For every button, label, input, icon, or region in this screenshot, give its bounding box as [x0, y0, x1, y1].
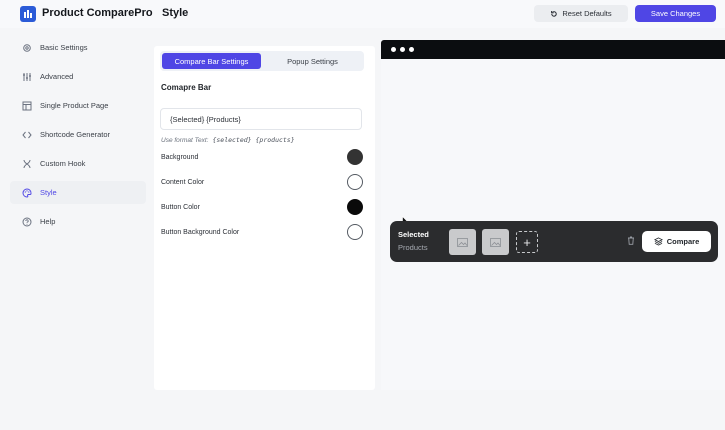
- sidebar-item-label: Custom Hook: [40, 159, 86, 168]
- format-hint-code: {selected} {products}: [212, 136, 295, 144]
- sidebar-item-help[interactable]: Help: [10, 210, 146, 233]
- preview-area: Selected Products + Compare: [381, 40, 725, 390]
- save-changes-button[interactable]: Save Changes: [635, 5, 716, 22]
- settings-panel: Compare Bar Settings Popup Settings Coma…: [154, 46, 375, 390]
- reset-icon: [551, 10, 558, 17]
- sidebar-item-advanced[interactable]: Advanced: [10, 65, 146, 88]
- reset-defaults-button[interactable]: Reset Defaults: [534, 5, 628, 22]
- sidebar-item-label: Shortcode Generator: [40, 130, 111, 139]
- background-color-swatch[interactable]: [347, 149, 363, 165]
- button-color-swatch[interactable]: [347, 199, 363, 215]
- color-label: Background: [161, 153, 199, 161]
- page-icon: [22, 101, 32, 111]
- sliders-icon: [22, 72, 32, 82]
- sidebar-item-label: Help: [40, 217, 56, 226]
- compare-button[interactable]: Compare: [642, 231, 711, 252]
- button-background-color-swatch[interactable]: [347, 224, 363, 240]
- sidebar-item-shortcode-generator[interactable]: Shortcode Generator: [10, 123, 146, 146]
- window-dot-icon: [391, 47, 396, 52]
- color-label: Content Color: [161, 178, 205, 186]
- browser-window-bar: [381, 40, 725, 59]
- sidebar-item-custom-hook[interactable]: Custom Hook: [10, 152, 146, 175]
- sidebar-item-single-product-page[interactable]: Single Product Page: [10, 94, 146, 117]
- window-dot-icon: [400, 47, 405, 52]
- app-name: Product ComparePro: [42, 7, 153, 19]
- tab-compare-bar-settings[interactable]: Compare Bar Settings: [162, 53, 261, 69]
- sidebar-item-style[interactable]: Style: [10, 181, 146, 204]
- color-row-button: Button Color: [161, 199, 363, 215]
- content-color-swatch[interactable]: [347, 174, 363, 190]
- palette-icon: [22, 187, 32, 198]
- add-product-button[interactable]: +: [516, 231, 538, 253]
- sidebar-item-label: Basic Settings: [40, 43, 88, 52]
- sidebar: Basic Settings Advanced Single Product P…: [10, 36, 146, 239]
- compare-button-label: Compare: [666, 237, 700, 246]
- color-label: Button Color: [161, 203, 200, 211]
- tab-popup-settings[interactable]: Popup Settings: [263, 53, 362, 69]
- gear-icon: [22, 43, 32, 53]
- sidebar-item-label: Single Product Page: [40, 101, 109, 110]
- code-icon: [22, 130, 32, 140]
- format-hint-label: Use format Text:: [161, 137, 209, 144]
- help-icon: [22, 217, 32, 227]
- compare-bar-selected-label: Selected: [398, 230, 429, 239]
- section-title: Comapre Bar: [161, 83, 212, 92]
- sidebar-item-label: Style: [40, 188, 57, 197]
- format-hint: Use format Text: {selected} {products}: [161, 136, 295, 144]
- trash-icon[interactable]: [627, 236, 635, 245]
- top-bar: Product ComparePro Style Reset Defaults …: [0, 0, 725, 28]
- hook-icon: [22, 159, 32, 169]
- layers-icon: [653, 237, 663, 246]
- settings-tabs: Compare Bar Settings Popup Settings: [160, 51, 364, 71]
- color-row-background: Background: [161, 149, 363, 165]
- product-thumbnail[interactable]: [449, 229, 476, 255]
- color-row-button-background: Button Background Color: [161, 224, 363, 240]
- compare-bar-products-label: Products: [398, 243, 428, 252]
- product-thumbnail[interactable]: [482, 229, 509, 255]
- color-row-content: Content Color: [161, 174, 363, 190]
- page-title: Style: [162, 7, 189, 19]
- image-placeholder-icon: [490, 237, 501, 247]
- compare-bar-text-input[interactable]: {Selected} {Products}: [160, 108, 362, 130]
- window-dot-icon: [409, 47, 414, 52]
- sidebar-item-basic-settings[interactable]: Basic Settings: [10, 36, 146, 59]
- reset-defaults-label: Reset Defaults: [562, 9, 612, 18]
- sidebar-item-label: Advanced: [40, 72, 74, 81]
- color-label: Button Background Color: [161, 228, 240, 236]
- app-logo-icon: [20, 6, 36, 22]
- compare-bar: Selected Products + Compare: [390, 221, 718, 262]
- image-placeholder-icon: [457, 237, 468, 247]
